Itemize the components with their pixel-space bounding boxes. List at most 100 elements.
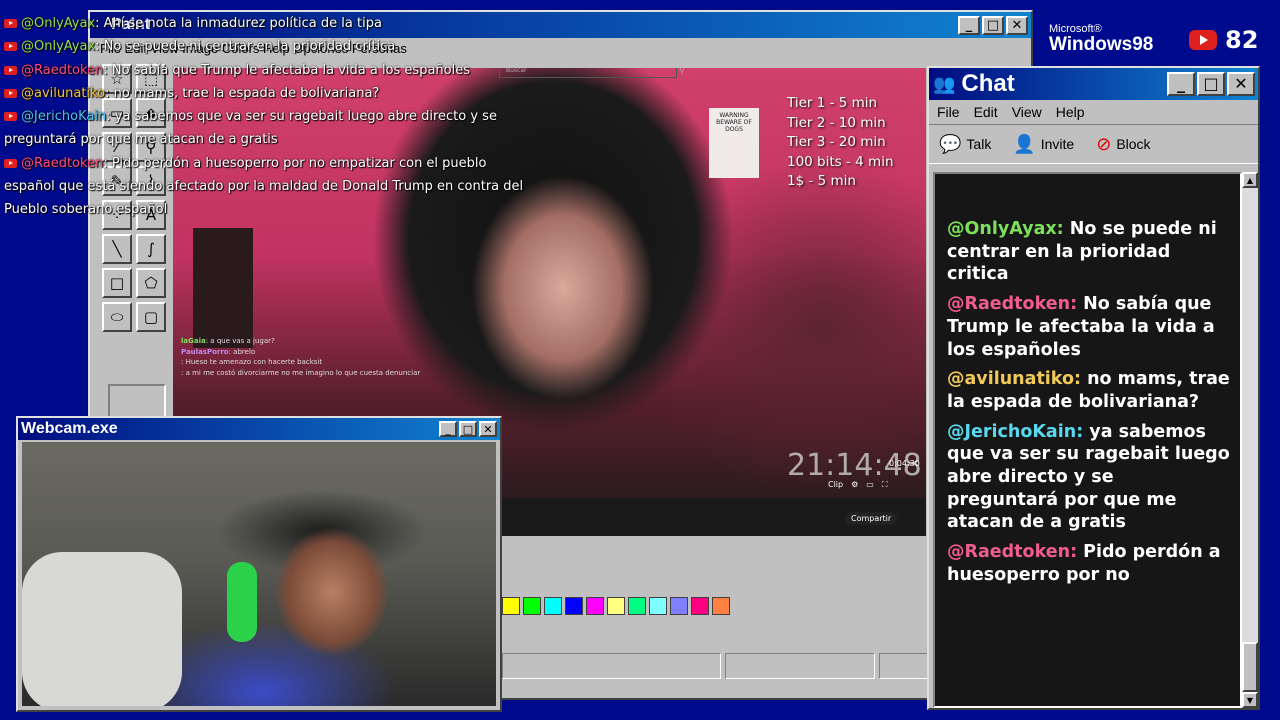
polygon-tool[interactable]: ⬠ <box>136 268 166 298</box>
youtube-icon <box>4 88 17 98</box>
viewer-counter: 82 <box>1189 26 1258 54</box>
minimize-button[interactable]: _ <box>1167 72 1195 96</box>
youtube-icon <box>4 42 17 52</box>
color-swatch[interactable] <box>607 597 625 615</box>
tier-item: Tier 2 - 10 min <box>787 114 886 131</box>
scroll-thumb[interactable] <box>1242 642 1258 692</box>
close-button[interactable]: ✕ <box>479 421 497 437</box>
headset <box>227 562 257 642</box>
inner-chat-line: laGaia: a que vas a jugar? <box>181 337 275 345</box>
color-swatch[interactable] <box>649 597 667 615</box>
inner-chat-line: : a mi me costó divorciarme no me imagin… <box>181 368 421 377</box>
status-cell <box>502 653 722 679</box>
tier-list: Tier 1 - 5 min Tier 2 - 10 min Tier 3 - … <box>787 94 894 192</box>
chair <box>22 552 182 706</box>
chat-window: 👥 Chat _ □ ✕ File Edit View Help 💬 Talk 👤… <box>927 66 1260 710</box>
video-timestamp: 0:04:30 <box>889 459 920 468</box>
theater-icon[interactable]: ▭ <box>866 480 874 490</box>
tier-item: Tier 3 - 20 min <box>787 134 886 150</box>
color-swatch[interactable] <box>544 597 562 615</box>
tier-item: 1$ - 5 min <box>787 173 856 189</box>
settings-icon[interactable]: ⚙ <box>851 480 858 490</box>
block-icon: ⊘ <box>1096 133 1112 154</box>
status-cell <box>725 653 875 679</box>
overlay-chat-line: @OnlyAyax: No se puede ni centrar en la … <box>4 35 524 58</box>
rect-tool[interactable]: □ <box>102 268 132 298</box>
webcam-feed <box>22 442 496 706</box>
chat-titlebar[interactable]: 👥 Chat _ □ ✕ <box>929 68 1258 100</box>
close-button[interactable]: ✕ <box>1006 15 1028 35</box>
maximize-button[interactable]: □ <box>1197 72 1225 96</box>
chat-message: @Raedtoken: No sabía que Trump le afecta… <box>947 294 1215 360</box>
chat-message: @OnlyAyax: No se puede ni centrar en la … <box>947 219 1217 285</box>
chat-toolbar: 💬 Talk 👤 Invite ⊘ Block <box>929 124 1258 164</box>
overlay-chat-line: @Raedtoken: Pido perdón a huesoperro por… <box>4 155 524 218</box>
color-palette <box>502 597 733 615</box>
inner-chat-line: PaulasPorro: abrelo <box>181 347 256 356</box>
youtube-icon <box>4 112 17 122</box>
overlay-chat-line: @avilunatiko: no mams, trae la espada de… <box>4 82 524 105</box>
chat-message-area[interactable]: @OnlyAyax: No se puede ni centrar en la … <box>933 172 1242 708</box>
tier-item: Tier 1 - 5 min <box>787 95 878 111</box>
chat-message: @Raedtoken: Pido perdón a huesoperro por… <box>947 542 1221 585</box>
chat-menubar: File Edit View Help <box>929 100 1258 124</box>
youtube-icon <box>4 19 17 28</box>
color-swatch[interactable] <box>670 597 688 615</box>
scroll-up-button[interactable]: ▲ <box>1242 172 1258 188</box>
fullscreen-icon[interactable]: ⛶ <box>882 480 888 490</box>
chat-message: @JerichoKain: ya sabemos que va ser su r… <box>947 421 1230 533</box>
color-swatch[interactable] <box>628 597 646 615</box>
color-swatch[interactable] <box>565 597 583 615</box>
color-swatch[interactable] <box>586 597 604 615</box>
color-swatch[interactable] <box>523 597 541 615</box>
line-tool[interactable]: ╲ <box>102 234 132 264</box>
windows98-label: Windows98 <box>1049 34 1154 55</box>
wall-poster <box>193 228 253 348</box>
menu-help[interactable]: Help <box>1056 104 1085 120</box>
maximize-button[interactable]: □ <box>982 15 1004 35</box>
webcam-titlebar[interactable]: Webcam.exe _ □ ✕ <box>18 418 500 440</box>
clip-button[interactable]: Clip <box>828 480 843 490</box>
video-search-input[interactable]: Buscar <box>499 68 677 78</box>
curve-tool[interactable]: ∫ <box>136 234 166 264</box>
video-inner-chat: laGaia: a que vas a jugar? PaulasPorro: … <box>181 336 421 378</box>
invite-icon: 👤 <box>1013 133 1036 154</box>
webcam-window: Webcam.exe _ □ ✕ <box>16 416 502 712</box>
talk-button[interactable]: 💬 Talk <box>939 134 991 155</box>
youtube-icon <box>1189 30 1217 50</box>
block-button[interactable]: ⊘ Block <box>1096 134 1150 155</box>
search-icon[interactable]: ⚲ <box>679 68 685 75</box>
inner-chat-line: : Hueso te amenazo con hacerte backsit <box>181 358 323 366</box>
color-swatch[interactable] <box>502 597 520 615</box>
chat-scrollbar[interactable]: ▲ ▼ <box>1242 172 1258 708</box>
overlay-chat-line: @JerichoKain: ya sabemos que va ser su r… <box>4 109 497 148</box>
menu-file[interactable]: File <box>937 104 960 120</box>
youtube-icon <box>4 158 17 168</box>
webcam-title: Webcam.exe <box>21 420 118 437</box>
menu-view[interactable]: View <box>1012 104 1042 120</box>
minimize-button[interactable]: _ <box>439 421 457 437</box>
share-button[interactable]: Compartir <box>845 512 898 525</box>
chat-title: Chat <box>961 70 1015 97</box>
overlay-chat-line: @Raedtoken: No sabía que Trump le afecta… <box>4 59 524 82</box>
overlay-chat: @OnlyAyax: Ahí se nota la inmadurez polí… <box>4 12 524 222</box>
video-controls: Clip ⚙ ▭ ⛶ <box>828 480 887 490</box>
close-button[interactable]: ✕ <box>1227 72 1255 96</box>
menu-edit[interactable]: Edit <box>974 104 998 120</box>
ellipse-tool[interactable]: ⬭ <box>102 302 132 332</box>
talk-icon: 💬 <box>939 133 962 154</box>
viewer-count: 82 <box>1225 26 1259 54</box>
overlay-chat-line: @OnlyAyax: Ahí se nota la inmadurez polí… <box>4 12 524 35</box>
tier-item: 100 bits - 4 min <box>787 153 894 170</box>
warning-sign: WARNING BEWARE OF DOGS <box>709 108 759 178</box>
color-swatch[interactable] <box>712 597 730 615</box>
rounded-rect-tool[interactable]: ▢ <box>136 302 166 332</box>
chat-people-icon: 👥 <box>933 73 956 94</box>
windows98-logo: Microsoft® Windows98 <box>1049 24 1154 55</box>
chat-message: @avilunatiko: no mams, trae la espada de… <box>947 369 1230 412</box>
minimize-button[interactable]: _ <box>958 15 980 35</box>
maximize-button[interactable]: □ <box>459 421 477 437</box>
color-swatch[interactable] <box>691 597 709 615</box>
invite-button[interactable]: 👤 Invite <box>1013 134 1074 155</box>
scroll-down-button[interactable]: ▼ <box>1242 692 1258 708</box>
